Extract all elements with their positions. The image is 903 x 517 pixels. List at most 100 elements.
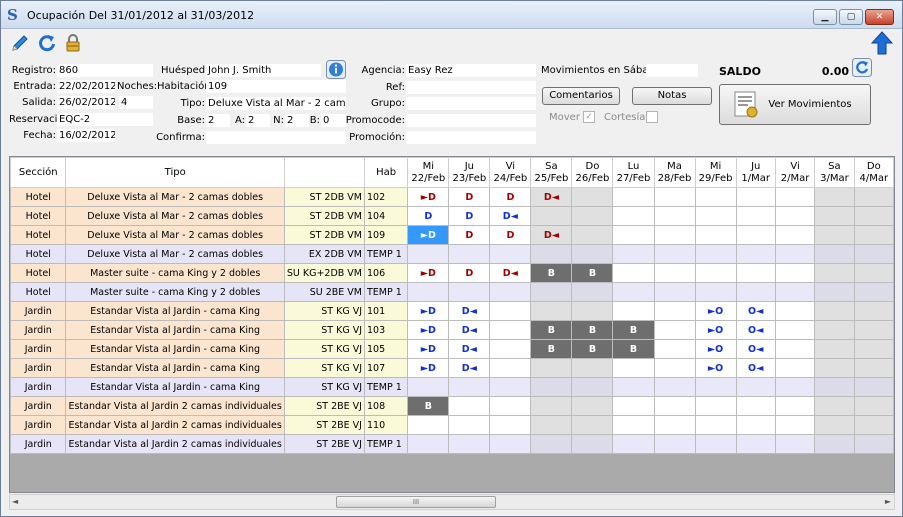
day-cell[interactable] [814,225,855,245]
section-cell[interactable]: Hotel [10,282,67,302]
day-cell[interactable] [853,244,894,264]
day-cell[interactable] [814,434,855,454]
day-cell[interactable] [571,396,614,416]
room-code-cell[interactable]: EX 2DB VM [283,244,366,264]
minimize-button[interactable]: ▁ [813,9,837,25]
day-cell[interactable] [612,187,655,207]
day-cell[interactable] [612,225,655,245]
room-type-cell[interactable]: Estandar Vista al Jardin 2 camas individ… [65,434,285,454]
day-cell[interactable] [853,301,894,321]
noches-field[interactable]: 4 [119,96,153,109]
room-number-cell[interactable]: 101 [363,301,409,321]
room-number-cell[interactable]: 106 [363,263,409,283]
cortesia-checkbox[interactable] [646,111,658,123]
tipo-field[interactable]: Deluxe Vista al Mar - 2 camas [206,97,346,110]
day-cell[interactable]: O◄ [735,339,776,359]
room-code-cell[interactable]: ST KG VJ [283,339,366,359]
day-cell[interactable] [814,415,855,435]
header-day[interactable]: Ma 28/Feb [653,157,696,188]
day-cell[interactable] [571,187,614,207]
day-cell[interactable] [774,187,816,207]
day-cell[interactable] [489,244,532,264]
room-number-cell[interactable]: TEMP 1 [363,282,409,302]
day-cell[interactable] [448,377,491,397]
day-cell[interactable] [571,301,614,321]
day-cell[interactable] [489,320,532,340]
scroll-thumb[interactable]: III [336,496,496,508]
day-cell[interactable] [530,396,573,416]
day-cell[interactable]: ►D [407,320,450,340]
day-cell[interactable] [448,244,491,264]
entrada-field[interactable]: 22/02/2012 [57,80,115,93]
n-field[interactable]: 2 [285,114,309,127]
day-cell[interactable] [694,282,737,302]
day-cell[interactable] [814,206,855,226]
day-cell[interactable] [694,415,737,435]
pencil-icon[interactable] [10,33,30,53]
header-code[interactable] [283,157,366,188]
comentarios-button[interactable]: Comentarios [542,87,620,105]
refresh-saldo-icon[interactable] [852,58,872,77]
room-number-cell[interactable]: 107 [363,358,409,378]
day-cell[interactable] [735,263,776,283]
day-cell[interactable] [530,358,573,378]
day-cell[interactable] [653,244,696,264]
header-day[interactable]: Vi 24/Feb [489,157,532,188]
section-cell[interactable]: Jardin [10,377,67,397]
header-day[interactable]: Lu 27/Feb [612,157,655,188]
room-code-cell[interactable]: SU KG+2DB VM [283,263,366,283]
section-cell[interactable]: Hotel [10,225,67,245]
day-cell[interactable] [653,434,696,454]
day-cell[interactable] [853,206,894,226]
day-cell[interactable] [735,206,776,226]
day-cell[interactable]: B [612,320,655,340]
room-code-cell[interactable]: ST KG VJ [283,301,366,321]
header-hab[interactable]: Hab [363,157,409,188]
day-cell[interactable] [774,244,816,264]
room-number-cell[interactable]: TEMP 1 [363,434,409,454]
day-cell[interactable] [853,377,894,397]
scroll-right-icon[interactable]: ► [885,497,891,506]
section-cell[interactable]: Hotel [10,206,67,226]
day-cell[interactable] [530,415,573,435]
day-cell[interactable] [853,187,894,207]
room-type-cell[interactable]: Deluxe Vista al Mar - 2 camas dobles [65,206,285,226]
room-type-cell[interactable]: Estandar Vista al Jardin - cama King [65,358,285,378]
room-number-cell[interactable]: 108 [363,396,409,416]
header-day[interactable]: Do 26/Feb [571,157,614,188]
day-cell[interactable] [774,415,816,435]
day-cell[interactable] [735,225,776,245]
day-cell[interactable]: ►D [407,358,450,378]
day-cell[interactable] [735,396,776,416]
day-cell[interactable]: ►O [694,301,737,321]
room-number-cell[interactable]: 105 [363,339,409,359]
table-row[interactable]: Jardin Estandar Vista al Jardin - cama Ki… [10,301,894,321]
promocode-field[interactable] [406,114,536,127]
room-number-cell[interactable]: 103 [363,320,409,340]
refresh-icon[interactable] [37,33,57,53]
day-cell[interactable] [530,377,573,397]
day-cell[interactable] [814,358,855,378]
room-number-cell[interactable]: 102 [363,187,409,207]
day-cell[interactable]: D [448,225,491,245]
room-type-cell[interactable]: Master suite - cama King y 2 dobles [65,282,285,302]
day-cell[interactable] [489,377,532,397]
day-cell[interactable] [774,377,816,397]
room-code-cell[interactable]: ST 2BE VJ [283,434,366,454]
section-cell[interactable]: Jardin [10,358,67,378]
day-cell[interactable] [530,301,573,321]
day-cell[interactable]: D◄ [448,320,491,340]
up-arrow-icon[interactable] [871,31,893,55]
day-cell[interactable] [814,339,855,359]
day-cell[interactable] [448,282,491,302]
day-cell[interactable] [489,358,532,378]
day-cell[interactable] [653,225,696,245]
movimientos-field[interactable] [646,64,698,77]
day-cell[interactable]: B [571,263,614,283]
section-cell[interactable]: Hotel [10,244,67,264]
day-cell[interactable] [612,377,655,397]
day-cell[interactable] [774,339,816,359]
day-cell[interactable] [774,206,816,226]
day-cell[interactable] [489,415,532,435]
table-row[interactable]: Hotel Master suite - cama King y 2 dobles… [10,282,894,302]
